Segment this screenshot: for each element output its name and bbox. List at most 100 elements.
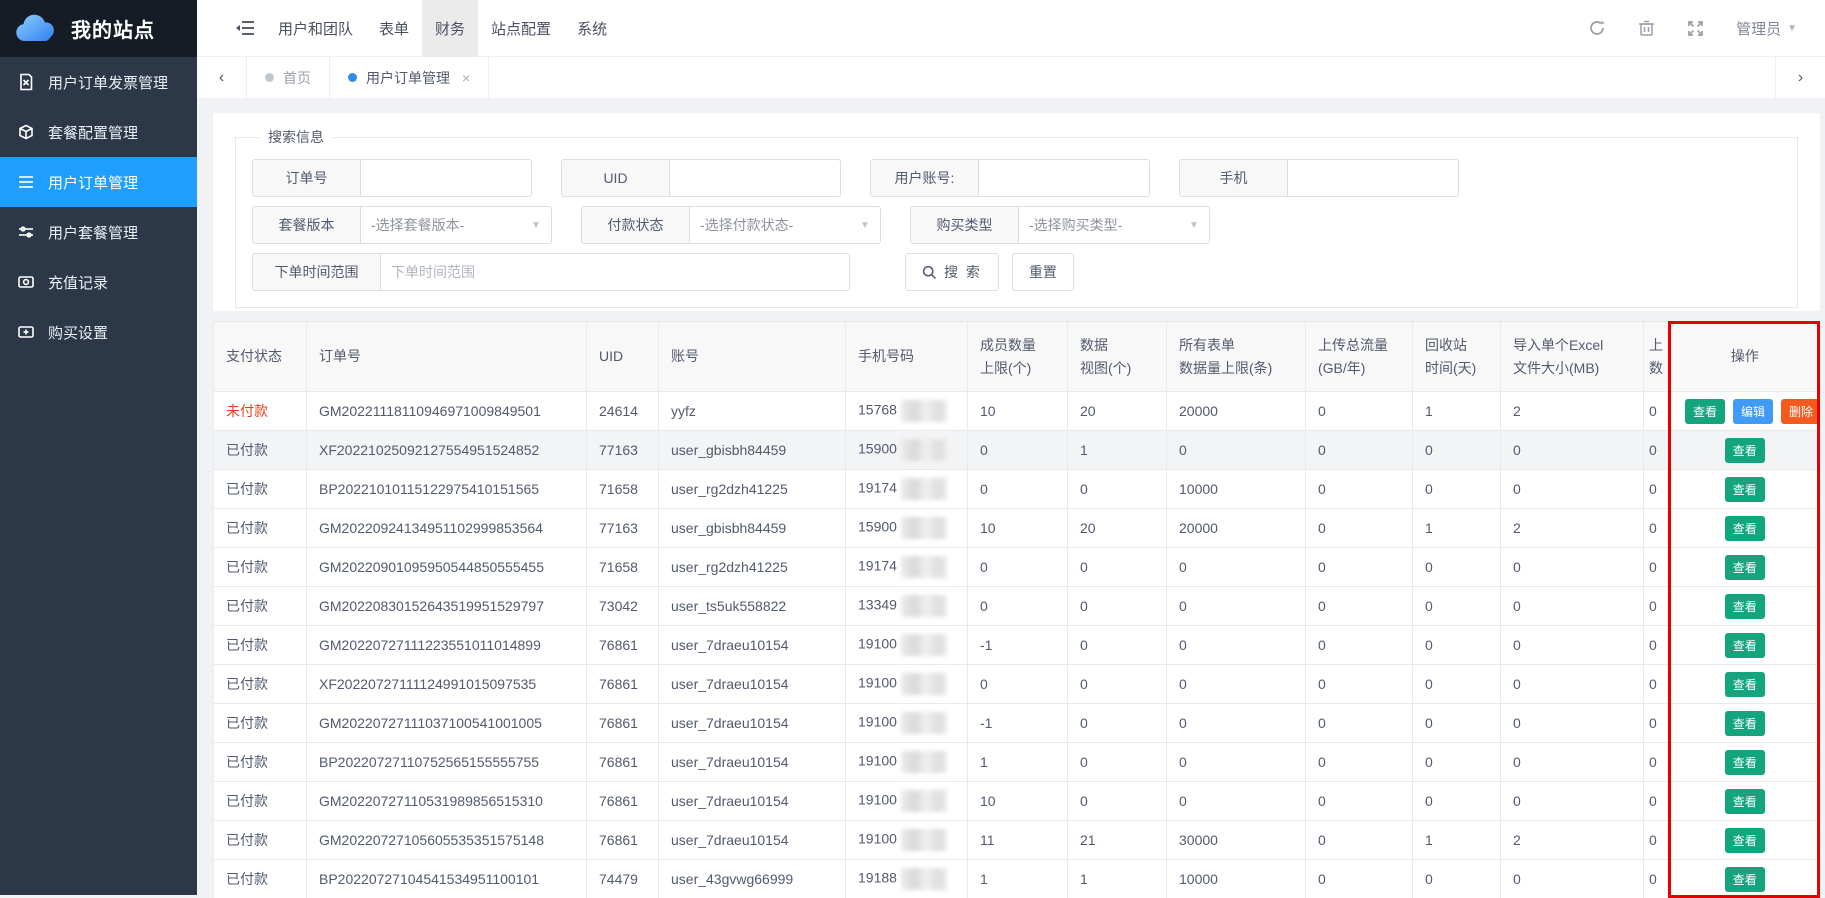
purchase-type-label: 购买类型 — [911, 207, 1019, 243]
sidebar-item-2[interactable]: 用户订单管理 — [0, 157, 197, 207]
column-header-11: 上数 — [1644, 322, 1669, 392]
chevron-down-icon: ▼ — [1179, 207, 1209, 243]
view-button[interactable]: 查看 — [1725, 633, 1765, 658]
view-button[interactable]: 查看 — [1725, 594, 1765, 619]
tab-0[interactable]: 首页 — [247, 57, 330, 98]
cell-clipped: 0 — [1649, 676, 1657, 692]
top-menu-item-0[interactable]: 用户和团队 — [265, 0, 366, 57]
payment-status-select[interactable]: 付款状态 -选择付款状态- ▼ — [581, 206, 881, 244]
view-button[interactable]: 查看 — [1725, 477, 1765, 502]
cell-members: 0 — [980, 598, 988, 614]
view-button[interactable]: 查看 — [1725, 828, 1765, 853]
reset-button[interactable]: 重置 — [1012, 253, 1074, 291]
view-button[interactable]: 查看 — [1725, 438, 1765, 463]
cell-members: 0 — [980, 676, 988, 692]
view-button[interactable]: 查看 — [1725, 789, 1765, 814]
edit-button[interactable]: 编辑 — [1733, 399, 1773, 424]
view-button[interactable]: 查看 — [1725, 672, 1765, 697]
uid-field: UID — [561, 159, 841, 197]
table-row-5: 已付款GM2022083015264351995152979773042user… — [214, 587, 1821, 626]
top-menu-item-3[interactable]: 站点配置 — [478, 0, 564, 57]
top-menu-item-2[interactable]: 财务 — [422, 0, 478, 57]
refresh-icon[interactable] — [1588, 19, 1606, 37]
blurred-phone-digits — [901, 478, 947, 500]
cell-views: 21 — [1080, 832, 1096, 848]
search-button[interactable]: 搜 索 — [905, 253, 999, 291]
fullscreen-icon[interactable] — [1687, 20, 1704, 37]
cell-form_limit: 0 — [1179, 598, 1187, 614]
sidebar-item-label: 充值记录 — [48, 272, 108, 293]
uid-input[interactable] — [670, 160, 840, 196]
purchase-type-value: -选择购买类型- — [1019, 207, 1179, 243]
cell-traffic: 0 — [1318, 598, 1326, 614]
blurred-phone-digits — [901, 556, 947, 578]
cell-order_no: XF20220727111124991015097535 — [319, 676, 536, 692]
trash-icon[interactable] — [1638, 19, 1655, 37]
sidebar-item-0[interactable]: 用户订单发票管理 — [0, 57, 197, 107]
tabs-scroll-right-icon[interactable]: › — [1775, 57, 1825, 98]
tabs-scroll-left-icon[interactable]: ‹ — [197, 57, 247, 98]
cell-members: 0 — [980, 442, 988, 458]
cell-form_limit: 20000 — [1179, 403, 1218, 419]
cell-excel: 0 — [1513, 559, 1521, 575]
cell-clipped: 0 — [1649, 403, 1657, 419]
sidebar-item-label: 用户订单发票管理 — [48, 72, 168, 93]
view-button[interactable]: 查看 — [1725, 867, 1765, 892]
status-badge: 已付款 — [226, 871, 268, 887]
cell-form_limit: 30000 — [1179, 832, 1218, 848]
order-time-range-field: 下单时间范围 — [252, 253, 850, 291]
close-icon[interactable]: × — [462, 70, 470, 86]
user-account-input[interactable] — [979, 160, 1149, 196]
sidebar-item-1[interactable]: 套餐配置管理 — [0, 107, 197, 157]
cell-phone-prefix: 19174 — [858, 480, 897, 496]
view-button[interactable]: 查看 — [1725, 555, 1765, 580]
cell-members: 10 — [980, 520, 996, 536]
status-badge: 已付款 — [226, 481, 268, 497]
cell-uid: 76861 — [599, 637, 638, 653]
order-list-icon — [17, 173, 35, 191]
site-logo: 我的站点 — [0, 0, 197, 57]
sidebar-item-5[interactable]: 购买设置 — [0, 307, 197, 357]
tab-label: 用户订单管理 — [366, 68, 450, 88]
column-header-0: 支付状态 — [214, 322, 307, 392]
payment-status-label: 付款状态 — [582, 207, 690, 243]
menu-fold-icon[interactable] — [235, 19, 255, 37]
top-menu-item-1[interactable]: 表单 — [366, 0, 422, 57]
tab-1[interactable]: 用户订单管理 × — [330, 57, 489, 98]
cell-excel: 0 — [1513, 637, 1521, 653]
top-menu-item-4[interactable]: 系统 — [564, 0, 620, 57]
user-menu[interactable]: 管理员 ▼ — [1736, 18, 1797, 39]
order-time-range-input[interactable] — [381, 254, 849, 290]
phone-input[interactable] — [1288, 160, 1458, 196]
view-button[interactable]: 查看 — [1685, 399, 1725, 424]
sidebar-item-4[interactable]: 充值记录 — [0, 257, 197, 307]
cell-traffic: 0 — [1318, 676, 1326, 692]
order-no-input[interactable] — [361, 160, 531, 196]
cell-phone-prefix: 15768 — [858, 402, 897, 418]
status-badge: 未付款 — [226, 403, 268, 419]
delete-button[interactable]: 删除 — [1781, 399, 1820, 424]
order-no-label: 订单号 — [253, 160, 361, 196]
cell-clipped: 0 — [1649, 598, 1657, 614]
cell-views: 1 — [1080, 871, 1088, 887]
cell-account: user_7draeu10154 — [671, 832, 789, 848]
cell-order_no: BP20220727110752565155555755 — [319, 754, 539, 770]
user-package-icon — [17, 223, 35, 241]
cell-recycle: 0 — [1425, 637, 1433, 653]
purchase-type-select[interactable]: 购买类型 -选择购买类型- ▼ — [910, 206, 1210, 244]
cell-clipped: 0 — [1649, 442, 1657, 458]
package-version-select[interactable]: 套餐版本 -选择套餐版本- ▼ — [252, 206, 552, 244]
recharge-record-icon — [17, 273, 35, 291]
view-button[interactable]: 查看 — [1725, 711, 1765, 736]
cell-uid: 76861 — [599, 715, 638, 731]
phone-label: 手机 — [1180, 160, 1288, 196]
view-button[interactable]: 查看 — [1725, 516, 1765, 541]
sidebar-item-3[interactable]: 用户套餐管理 — [0, 207, 197, 257]
orders-table-card: 支付状态订单号UID账号手机号码成员数量上限(个)数据视图(个)所有表单数据量上… — [213, 321, 1820, 898]
cell-order_no: GM20220830152643519951529797 — [319, 598, 544, 614]
tab-status-dot — [265, 73, 274, 82]
cell-excel: 0 — [1513, 676, 1521, 692]
top-navbar: 用户和团队表单财务站点配置系统 管理 — [197, 0, 1825, 57]
view-button[interactable]: 查看 — [1725, 750, 1765, 775]
cell-recycle: 0 — [1425, 754, 1433, 770]
